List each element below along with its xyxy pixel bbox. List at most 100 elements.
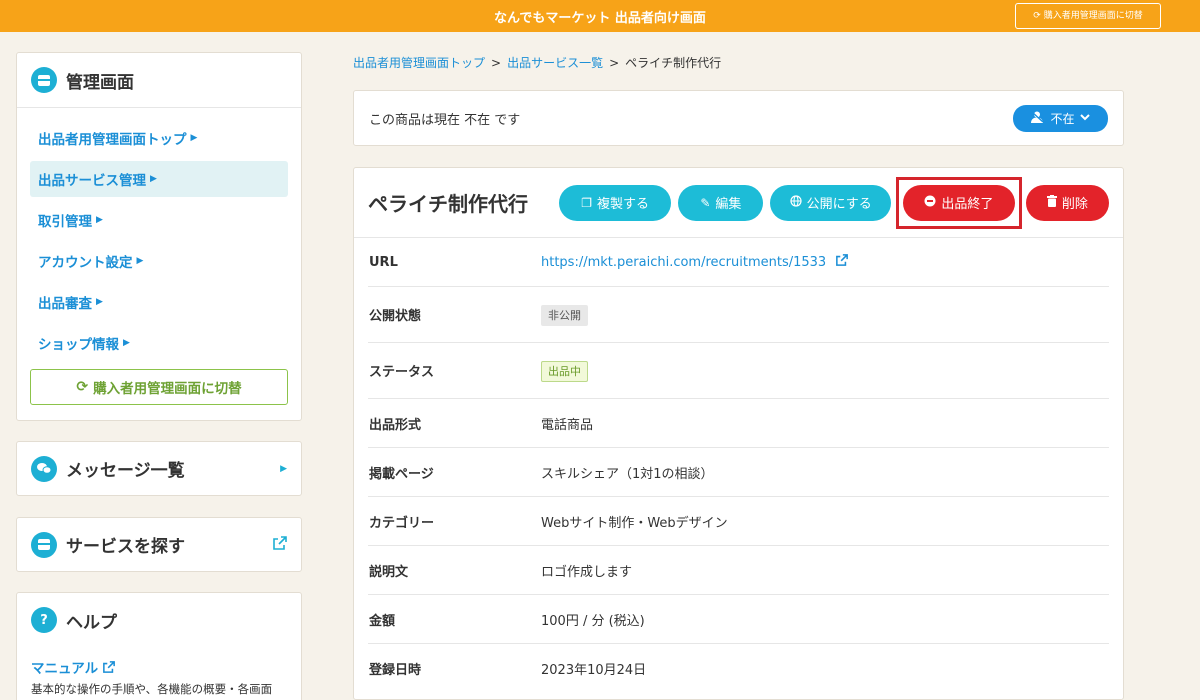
breadcrumb-service-list[interactable]: 出品サービス一覧 xyxy=(507,56,603,70)
help-title: ヘルプ xyxy=(66,612,117,633)
edit-label: 編集 xyxy=(715,197,742,212)
row-key: 金額 xyxy=(369,613,396,629)
row-key: 出品形式 xyxy=(369,417,422,433)
edit-button[interactable]: ✎ 編集 xyxy=(678,184,764,221)
row-key: 掲載ページ xyxy=(369,466,434,482)
delete-button[interactable]: 削除 xyxy=(1025,184,1109,221)
table-row: ステータス 出品中 xyxy=(368,343,1109,399)
row-key: URL xyxy=(369,254,398,270)
product-info-table: URL https://mkt.peraichi.com/recruitment… xyxy=(354,238,1123,693)
table-row: 公開状態 非公開 xyxy=(368,287,1109,343)
duplicate-button[interactable]: ❐ 複製する xyxy=(558,184,672,221)
delete-label: 削除 xyxy=(1061,197,1088,212)
switch-to-buyer-button[interactable]: ⟳ 購入者用管理画面に切替 xyxy=(1015,3,1161,29)
caret-right-icon: ▶ xyxy=(136,256,144,266)
caret-right-icon: ▶ xyxy=(96,297,103,307)
breadcrumb-seller-top[interactable]: 出品者用管理画面トップ xyxy=(353,56,485,70)
sidebar-item-transactions[interactable]: 取引管理 ▶ xyxy=(30,202,288,238)
sidebar-item-label: 出品審査 xyxy=(38,296,92,312)
visibility-badge: 非公開 xyxy=(541,304,588,326)
edit-icon: ✎ xyxy=(700,195,711,210)
caret-right-icon: ▶ xyxy=(190,133,198,143)
external-link-icon xyxy=(102,661,115,677)
end-listing-label: 出品終了 xyxy=(941,197,994,212)
external-link-icon xyxy=(273,535,287,554)
sidebar-item-label: アカウント設定 xyxy=(38,255,133,271)
status-badge: 出品中 xyxy=(541,360,588,382)
sidebar-item-label: 出品者用管理画面トップ xyxy=(38,132,187,148)
url-value: https://mkt.peraichi.com/recruitments/15… xyxy=(541,255,827,270)
row-key: 登録日時 xyxy=(369,663,422,678)
row-value: Webサイト制作・Webデザイン xyxy=(541,515,728,531)
sidebar-item-label: ショップ情報 xyxy=(38,337,119,353)
sidebar-item-label: 取引管理 xyxy=(38,214,92,230)
breadcrumb-separator: > xyxy=(491,56,502,70)
chevron-down-icon xyxy=(1079,113,1090,124)
globe-icon xyxy=(789,195,802,210)
caret-right-icon: ▶ xyxy=(150,174,157,184)
sidebar-title: 管理画面 xyxy=(66,72,134,93)
sidebar-messages-card[interactable]: メッセージ一覧 ▶ xyxy=(16,441,302,496)
sidebar-help-card: ? ヘルプ マニュアル 基本的な操作の手順や、各機能の概要・各画面 xyxy=(16,592,302,700)
sidebar-item-label: 出品サービス管理 xyxy=(38,173,146,189)
breadcrumb-separator: > xyxy=(609,56,620,70)
caret-right-icon: ▶ xyxy=(123,338,130,348)
availability-label: 不在 xyxy=(1050,111,1075,126)
refresh-icon: ⟳ xyxy=(76,379,89,395)
user-away-icon xyxy=(1031,110,1045,126)
sidebar-item-service-management[interactable]: 出品サービス管理 ▶ xyxy=(30,161,288,197)
breadcrumb: 出品者用管理画面トップ > 出品サービス一覧 > ペライチ制作代行 xyxy=(353,54,721,71)
row-value: スキルシェア（1対1の相談） xyxy=(541,466,714,482)
shop-icon xyxy=(31,67,57,93)
minus-circle-icon xyxy=(924,195,936,210)
row-key: カテゴリー xyxy=(369,515,435,531)
help-question-icon: ? xyxy=(31,607,57,633)
search-services-title: サービスを探す xyxy=(66,537,185,557)
table-row: 掲載ページ スキルシェア（1対1の相談） xyxy=(368,448,1109,497)
availability-dropdown[interactable]: 不在 xyxy=(1013,104,1108,132)
shop-icon xyxy=(31,531,57,558)
availability-status-text: この商品は現在 不在 です xyxy=(369,112,521,128)
caret-right-icon: ▶ xyxy=(96,215,103,225)
external-link-icon xyxy=(836,254,849,270)
row-key: ステータス xyxy=(369,365,435,380)
row-key: 公開状態 xyxy=(369,309,422,324)
publish-button[interactable]: 公開にする xyxy=(770,184,891,221)
copy-icon: ❐ xyxy=(581,195,592,210)
table-row: 説明文 ロゴ作成します xyxy=(368,546,1109,595)
row-value: ロゴ作成します xyxy=(541,564,633,580)
sidebar-search-services-card[interactable]: サービスを探す xyxy=(16,517,302,572)
availability-status-card: この商品は現在 不在 です 不在 xyxy=(353,90,1124,146)
product-url-link[interactable]: https://mkt.peraichi.com/recruitments/15… xyxy=(541,254,849,270)
sidebar-item-account-settings[interactable]: アカウント設定 ▶ xyxy=(30,243,288,279)
publish-label: 公開にする xyxy=(806,197,872,212)
duplicate-label: 複製する xyxy=(596,197,649,212)
top-header-bar: なんでもマーケット 出品者向け画面 ⟳ 購入者用管理画面に切替 xyxy=(0,0,1200,32)
chat-bubbles-icon xyxy=(31,455,57,482)
sidebar-item-shop-info[interactable]: ショップ情報 ▶ xyxy=(30,325,288,361)
table-row: URL https://mkt.peraichi.com/recruitment… xyxy=(368,238,1109,287)
sidebar-switch-to-buyer-button[interactable]: ⟳ 購入者用管理画面に切替 xyxy=(30,369,288,405)
sidebar-header: 管理画面 xyxy=(17,53,301,108)
sidebar-item-seller-top[interactable]: 出品者用管理画面トップ ▶ xyxy=(30,120,288,156)
row-value: 電話商品 xyxy=(541,417,594,433)
product-name: ペライチ制作代行 xyxy=(368,192,528,216)
table-row: 出品形式 電話商品 xyxy=(368,399,1109,448)
breadcrumb-current: ペライチ制作代行 xyxy=(625,56,722,70)
sidebar-management-card: 管理画面 出品者用管理画面トップ ▶ 出品サービス管理 ▶ 取引管理 ▶ アカウント設… xyxy=(16,52,302,421)
table-row: 登録日時 2023年10月24日 xyxy=(368,644,1109,693)
product-detail-card: ペライチ制作代行 ❐ 複製する ✎ 編集 公開にする 出品終了 削除 URL h… xyxy=(353,167,1124,700)
table-row: 金額 100円 / 分 (税込) xyxy=(368,595,1109,644)
sidebar-item-review[interactable]: 出品審査 ▶ xyxy=(30,284,288,320)
product-header: ペライチ制作代行 ❐ 複製する ✎ 編集 公開にする 出品終了 削除 xyxy=(354,168,1123,238)
messages-title: メッセージ一覧 xyxy=(66,461,185,481)
manual-link[interactable]: マニュアル xyxy=(31,657,287,677)
row-value: 2023年10月24日 xyxy=(541,663,647,678)
manual-description: 基本的な操作の手順や、各機能の概要・各画面 xyxy=(31,682,273,696)
trash-icon xyxy=(1046,195,1057,210)
end-listing-button[interactable]: 出品終了 xyxy=(902,184,1015,221)
table-row: カテゴリー Webサイト制作・Webデザイン xyxy=(368,497,1109,546)
manual-label: マニュアル xyxy=(31,661,99,677)
end-listing-highlight: 出品終了 xyxy=(895,176,1022,229)
switch-to-buyer-label: 購入者用管理画面に切替 xyxy=(1043,11,1143,21)
